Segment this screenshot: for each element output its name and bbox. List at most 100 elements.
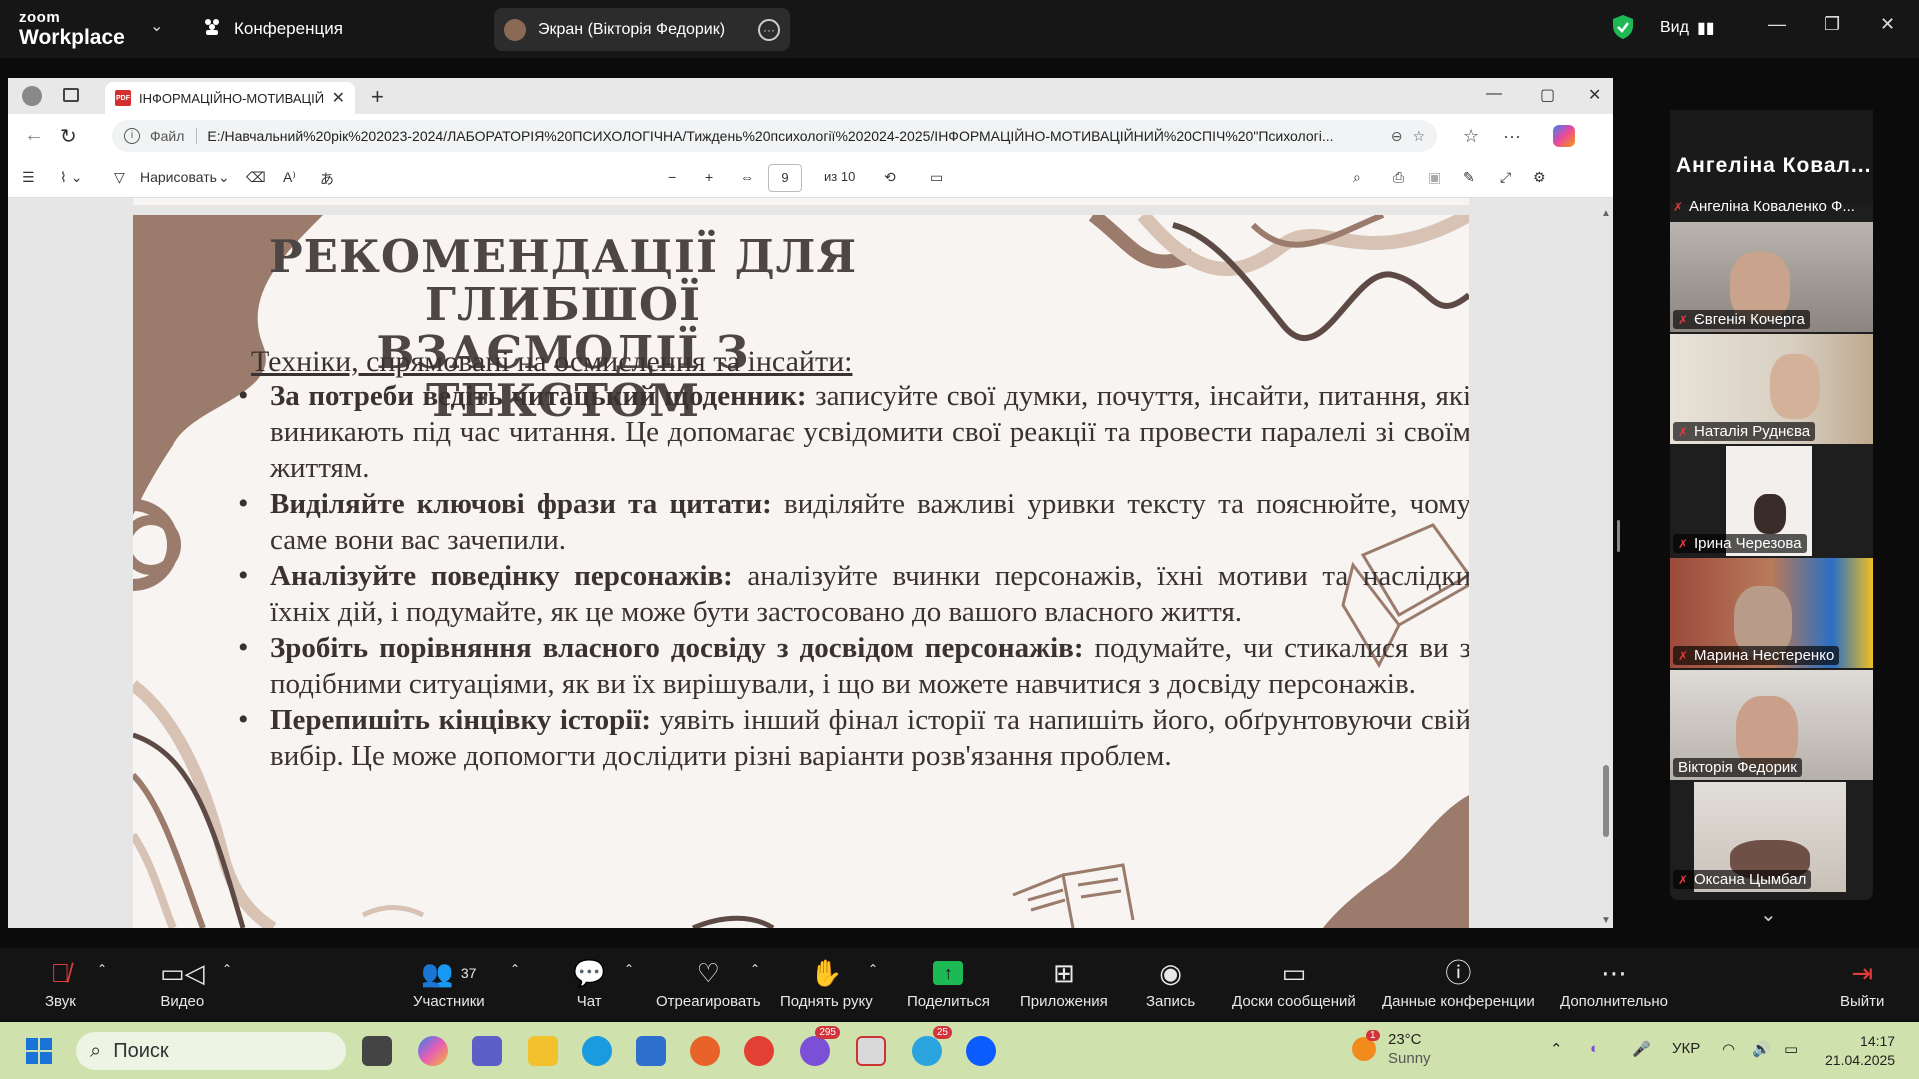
microphone-icon[interactable]: 🎤 <box>1632 1040 1651 1058</box>
participant-tile-active-speaker[interactable]: Вікторія Федорик <box>1670 670 1873 780</box>
participant-tile[interactable]: ✗ Наталія Руднєва <box>1670 334 1873 444</box>
edge-icon[interactable] <box>582 1036 612 1066</box>
back-icon[interactable]: ← <box>24 124 44 147</box>
chat-button[interactable]: 💬 Чат <box>573 958 605 1010</box>
gallery-header-tile[interactable]: Ангеліна Ковал... <box>1670 110 1873 204</box>
video-options-chevron-icon[interactable]: ⌃ <box>222 962 232 976</box>
favorite-star-icon[interactable]: ☆ <box>1412 128 1425 145</box>
chat-options-chevron-icon[interactable]: ⌃ <box>624 962 634 976</box>
fit-width-icon[interactable]: ⇔ <box>740 169 754 185</box>
browser-close-icon[interactable]: ✕ <box>1588 85 1601 105</box>
firefox-icon[interactable] <box>690 1036 720 1066</box>
view-button[interactable]: Вид ▮▮ <box>1660 18 1715 38</box>
more-icon[interactable]: ··· <box>758 18 780 41</box>
raise-hand-options-chevron-icon[interactable]: ⌃ <box>868 962 878 976</box>
file-explorer-icon[interactable] <box>528 1036 558 1066</box>
participant-tile[interactable]: ✗ Оксана Цымбал <box>1670 782 1873 892</box>
contents-icon[interactable]: ☰ <box>22 169 35 186</box>
store-icon[interactable] <box>636 1036 666 1066</box>
leave-button[interactable]: ⇥ Выйти <box>1840 958 1884 1010</box>
teams-icon[interactable] <box>472 1036 502 1066</box>
minimize-icon[interactable]: — <box>1768 14 1786 35</box>
apps-button[interactable]: ⊞ Приложения <box>1020 958 1108 1010</box>
scroll-up-icon[interactable]: ▲ <box>1601 208 1611 219</box>
telegram-icon[interactable]: 25 <box>912 1026 952 1066</box>
clock[interactable]: 14:17 21.04.2025 <box>1825 1032 1895 1070</box>
read-aloud-icon[interactable]: A⁾ <box>283 169 296 186</box>
url-bar[interactable]: i Файл E:/Навчальний%20рік%202023-2024/Л… <box>112 120 1437 152</box>
record-button[interactable]: ◉ Запись <box>1146 958 1195 1010</box>
image-viewer-icon[interactable] <box>856 1036 886 1066</box>
highlight-icon[interactable]: ⌇ ⌄ <box>60 169 82 186</box>
volume-icon[interactable]: 🔊 <box>1752 1040 1771 1058</box>
close-icon[interactable]: ✕ <box>1880 14 1895 35</box>
zoom-in-button[interactable]: + <box>705 169 713 185</box>
participants-button[interactable]: 👥 37 Участники <box>413 958 485 1010</box>
rotate-icon[interactable]: ⟲ <box>884 169 896 186</box>
more-button[interactable]: ⋯ Дополнительно <box>1560 958 1668 1010</box>
favorites-icon[interactable]: ☆ <box>1463 126 1479 147</box>
react-button[interactable]: ♡ Отреагировать <box>656 958 761 1010</box>
copilot-icon[interactable] <box>418 1036 448 1066</box>
copilot-icon[interactable] <box>1553 125 1575 147</box>
screen-share-pill[interactable]: Экран (Вікторія Федорик) ··· <box>494 8 790 51</box>
participant-tile[interactable]: ✗ Ірина Черезова <box>1670 446 1873 556</box>
participant-tile[interactable]: ✗ Марина Нестеренко <box>1670 558 1873 668</box>
refresh-icon[interactable]: ↻ <box>60 124 77 149</box>
share-button[interactable]: ↑ Поделиться <box>907 958 990 1010</box>
battery-icon[interactable]: ▭ <box>1784 1040 1798 1058</box>
viber-tray-icon[interactable]: ◐ <box>1590 1040 1599 1057</box>
shield-icon[interactable] <box>1612 14 1634 40</box>
meeting-info-button[interactable]: ⓘ Данные конференции <box>1382 958 1535 1010</box>
chevron-down-icon[interactable]: ⌄ <box>150 16 163 36</box>
react-options-chevron-icon[interactable]: ⌃ <box>750 962 760 976</box>
fullscreen-icon[interactable]: ⤢ <box>1500 169 1511 186</box>
browser-minimize-icon[interactable]: — <box>1486 85 1502 103</box>
print-icon[interactable]: ⎙ <box>1393 169 1404 186</box>
translate-icon[interactable]: あ <box>320 169 334 189</box>
eraser-icon[interactable]: ⌫ <box>246 169 266 186</box>
new-tab-icon[interactable]: + <box>371 84 384 110</box>
audio-options-chevron-icon[interactable]: ⌃ <box>97 962 107 976</box>
chrome-icon[interactable] <box>744 1036 774 1066</box>
gallery-scroll-down-icon[interactable]: ⌄ <box>1760 902 1777 927</box>
meeting-menu[interactable]: Конференция <box>202 17 343 40</box>
profile-icon[interactable] <box>22 86 42 106</box>
task-view-icon[interactable] <box>362 1036 392 1066</box>
save-as-icon[interactable]: ✎ <box>1463 169 1475 186</box>
scroll-down-icon[interactable]: ▼ <box>1601 915 1611 926</box>
audio-button[interactable]: 🎙̸ Звук <box>45 958 76 1010</box>
chevron-down-icon[interactable]: ⌄ <box>218 169 230 186</box>
video-button[interactable]: ▭◁ Видео <box>160 958 205 1010</box>
zoom-app-icon[interactable] <box>966 1036 996 1066</box>
pdf-viewer[interactable]: РЕКОМЕНДАЦІЇ ДЛЯ ГЛИБШОЇ ВЗАЄМОДІЇ З ТЕК… <box>8 198 1613 928</box>
draw-label[interactable]: Нарисовать <box>140 169 217 185</box>
viber-icon[interactable]: 295 <box>800 1026 840 1066</box>
whiteboards-button[interactable]: ▭ Доски сообщений <box>1232 958 1356 1010</box>
wifi-icon[interactable]: ◠ <box>1722 1040 1735 1058</box>
save-icon[interactable]: ▣ <box>1428 169 1441 186</box>
taskbar-search[interactable]: ⌕ Поиск <box>76 1032 346 1070</box>
language-indicator[interactable]: УКР <box>1672 1040 1700 1057</box>
scroll-thumb[interactable] <box>1603 765 1609 837</box>
settings-gear-icon[interactable]: ⚙ <box>1533 169 1546 186</box>
browser-maximize-icon[interactable]: ▢ <box>1540 85 1555 105</box>
search-icon[interactable]: ⌕ <box>1353 169 1361 186</box>
tab-actions-icon[interactable] <box>63 88 79 102</box>
close-tab-icon[interactable]: ✕ <box>332 88 345 108</box>
pdf-scrollbar[interactable]: ▲ ▼ <box>1601 208 1611 926</box>
page-view-icon[interactable]: ▭ <box>930 169 943 186</box>
restore-icon[interactable]: ❐ <box>1824 14 1840 35</box>
participant-tile[interactable]: ✗ Євгенія Кочерга <box>1670 222 1873 332</box>
windows-start-icon[interactable] <box>26 1038 52 1064</box>
chevron-up-icon[interactable]: ⌃ <box>1550 1040 1563 1058</box>
browser-more-icon[interactable]: ··· <box>1503 126 1521 147</box>
weather-widget[interactable]: 23°C Sunny <box>1388 1030 1431 1068</box>
zoom-out-icon[interactable]: ⊖ <box>1391 128 1403 145</box>
raise-hand-button[interactable]: ✋ Поднять руку <box>780 958 873 1010</box>
zoom-out-button[interactable]: − <box>668 169 676 185</box>
participants-options-chevron-icon[interactable]: ⌃ <box>510 962 520 976</box>
page-number-input[interactable]: 9 <box>768 164 802 192</box>
tab-pdf[interactable]: PDF ІНФОРМАЦІЙНО-МОТИВАЦІЙН ✕ <box>105 82 355 114</box>
draw-icon[interactable]: ▽ <box>114 169 125 186</box>
